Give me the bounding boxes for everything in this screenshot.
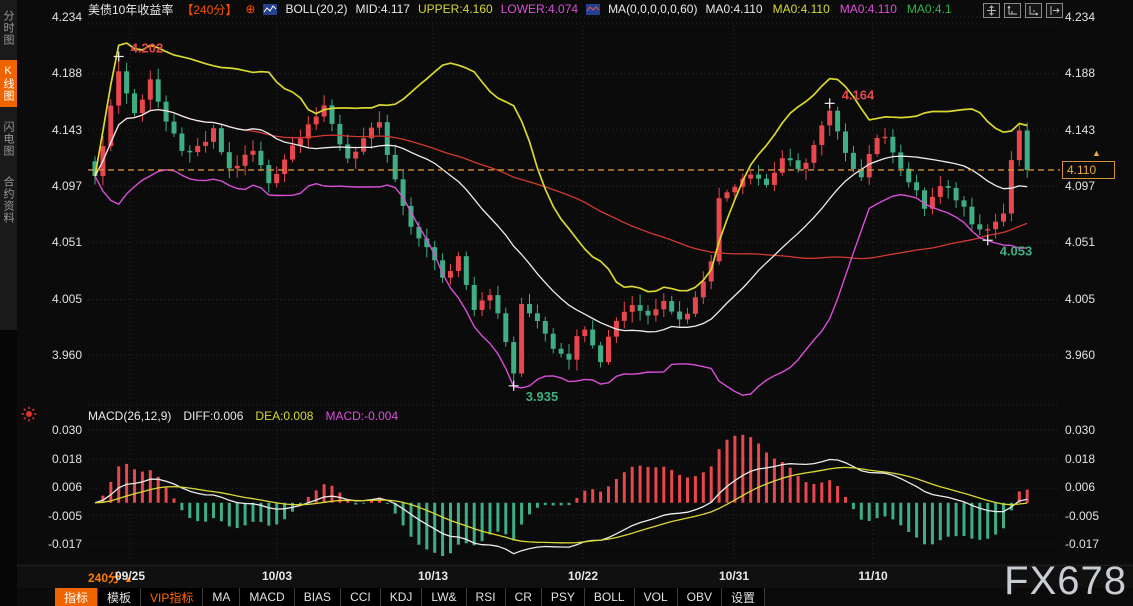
boll-upper-value: UPPER:4.160 <box>418 2 493 16</box>
toolbar-item-CCI[interactable]: CCI <box>341 588 381 606</box>
x-axis-label-10/03: 10/03 <box>262 569 292 583</box>
y-axis-label: 4.097 <box>1065 179 1125 193</box>
macd-macd-value: MACD:-0.004 <box>325 409 398 423</box>
period-label[interactable]: 【240分】 <box>181 1 237 18</box>
x-axis-label-10/13: 10/13 <box>418 569 448 583</box>
sidebar-item-合约资料[interactable]: 合约资料 <box>0 171 17 229</box>
toolbar-item-设置[interactable]: 设置 <box>722 588 765 606</box>
sidebar: 分时图 K线图闪电图合约资料 <box>0 0 17 606</box>
y-axis-label: 0.030 <box>22 423 82 437</box>
macd-header: MACD(26,12,9) DIFF:0.006 DEA:0.008 MACD:… <box>88 408 398 424</box>
toolbar-item-PSY[interactable]: PSY <box>542 588 585 606</box>
candles-layer <box>93 56 1030 385</box>
main-y-axis-right: 4.234 4.188 4.143 4.097 4.051 4.005 3.960 <box>1065 10 1125 362</box>
ma-chart-icon[interactable] <box>586 4 600 15</box>
y-axis-label: 0.018 <box>22 452 82 466</box>
sidebar-items: 分时图 K线图闪电图合约资料 <box>0 0 17 330</box>
price-annotation-4.053: 4.053 <box>1000 243 1033 258</box>
y-axis-label: 3.960 <box>1065 348 1125 362</box>
y-axis-label: 4.097 <box>22 179 82 193</box>
toolbar-item-MA[interactable]: MA <box>203 588 240 606</box>
indicator-settings-icon[interactable] <box>21 406 37 422</box>
x-axis-label-09/25: 09/25 <box>115 569 145 583</box>
y-axis-label: 4.005 <box>22 292 82 306</box>
toolbar-item-BOLL[interactable]: BOLL <box>585 588 635 606</box>
shift-right-icon[interactable] <box>1046 3 1063 18</box>
y-axis-label: 4.234 <box>22 10 82 24</box>
toolbar-item-RSI[interactable]: RSI <box>467 588 506 606</box>
y-axis-scale-icon[interactable] <box>1004 3 1021 18</box>
toolbar-item-指标[interactable]: 指标 <box>55 588 98 606</box>
sidebar-item-K线图[interactable]: K线图 <box>0 60 17 107</box>
ma-values: MA0:4.110 MA0:4.110 MA0:4.110 MA0:4.1 <box>705 2 951 16</box>
current-price-tag: 4.110 <box>1062 161 1115 179</box>
ma-value-3: MA0:4.110 <box>840 2 897 16</box>
indicator-toolbar: 指标模板VIP指标MAMACDBIASCCIKDJLW&RSICRPSYBOLL… <box>55 588 765 606</box>
x-axis-label-11/10: 11/10 <box>858 569 887 583</box>
y-axis-label: 4.005 <box>1065 292 1125 306</box>
y-axis-label: -0.017 <box>1065 537 1125 551</box>
plus-circle-icon[interactable]: ⊕ <box>245 2 255 16</box>
macd-y-axis-right: 0.030 0.018 0.006 -0.005 -0.017 <box>1065 423 1125 551</box>
y-axis-label: -0.005 <box>1065 509 1125 523</box>
boll-lower-value: LOWER:4.074 <box>501 2 578 16</box>
boll-chart-icon[interactable] <box>263 4 277 15</box>
trading-app-window: 4.202 4.164 3.935 4.053 分时图 K线图闪电图合约资料 美债10年… <box>0 0 1133 606</box>
price-annotation-4.202: 4.202 <box>131 40 164 55</box>
watermark: FX678 <box>1004 559 1127 604</box>
toolbar-item-KDJ[interactable]: KDJ <box>381 588 423 606</box>
toolbar-item-LW&[interactable]: LW& <box>422 588 466 606</box>
chart-canvas: 4.202 4.164 3.935 4.053 <box>0 0 1133 606</box>
boll-mid-value: MID:4.117 <box>356 2 410 16</box>
price-annotation-3.935: 3.935 <box>526 389 559 404</box>
y-axis-label: -0.005 <box>22 509 82 523</box>
toolbar-item-VIP指标[interactable]: VIP指标 <box>141 588 203 606</box>
macd-histogram <box>95 435 1027 556</box>
macd-dea-value: DEA:0.008 <box>255 409 313 423</box>
toolbar-item-MACD[interactable]: MACD <box>240 588 294 606</box>
y-axis-label: 3.960 <box>22 348 82 362</box>
x-axis-scale-icon[interactable] <box>1025 3 1042 18</box>
pan-icon[interactable] <box>983 3 1000 18</box>
x-axis-label-10/22: 10/22 <box>568 569 598 583</box>
macd-label: MACD(26,12,9) <box>88 409 171 423</box>
y-axis-label: 4.143 <box>1065 123 1125 137</box>
chart-tools <box>983 3 1063 18</box>
sidebar-item-分时图[interactable]: 分时图 <box>0 5 17 51</box>
ma-value-1: MA0:4.110 <box>705 2 762 16</box>
y-axis-label: 4.188 <box>22 66 82 80</box>
y-axis-label: 4.051 <box>22 235 82 249</box>
price-up-arrow-icon: ▲ <box>1092 148 1101 158</box>
symbol-label: 美债10年收益率 <box>88 1 173 18</box>
y-axis-label: 0.006 <box>22 480 82 494</box>
y-axis-label: -0.017 <box>22 537 82 551</box>
y-axis-label: 4.188 <box>1065 66 1125 80</box>
toolbar-item-模板[interactable]: 模板 <box>98 588 141 606</box>
toolbar-item-OBV[interactable]: OBV <box>678 588 722 606</box>
date-axis-row: 240分▲ 09/2510/0310/1310/2210/3111/10 <box>17 565 1133 588</box>
y-axis-label: 0.006 <box>1065 480 1125 494</box>
y-axis-label: 4.143 <box>22 123 82 137</box>
chart-header: 美债10年收益率 【240分】 ⊕ BOLL(20,2) MID:4.117 U… <box>88 1 952 17</box>
toolbar-item-VOL[interactable]: VOL <box>635 588 678 606</box>
sidebar-item-闪电图[interactable]: 闪电图 <box>0 116 17 162</box>
macd-y-axis-left: 0.030 0.018 0.006 -0.005 -0.017 <box>22 423 82 551</box>
price-annotation-4.164: 4.164 <box>842 87 875 102</box>
boll-label: BOLL(20,2) <box>285 2 347 16</box>
toolbar-item-BIAS[interactable]: BIAS <box>295 588 341 606</box>
x-axis-label-10/31: 10/31 <box>719 569 749 583</box>
ma-group-label: MA(0,0,0,0,0,60) <box>608 2 697 16</box>
y-axis-label: 4.051 <box>1065 235 1125 249</box>
y-axis-label: 0.018 <box>1065 452 1125 466</box>
y-axis-label: 4.234 <box>1065 10 1125 24</box>
ma-value-2: MA0:4.110 <box>773 2 830 16</box>
ma-value-4: MA0:4.1 <box>907 2 952 16</box>
macd-diff-value: DIFF:0.006 <box>183 409 243 423</box>
toolbar-item-CR[interactable]: CR <box>506 588 542 606</box>
main-y-axis-left: 4.234 4.188 4.143 4.097 4.051 4.005 3.960 <box>22 10 82 362</box>
y-axis-label: 0.030 <box>1065 423 1125 437</box>
